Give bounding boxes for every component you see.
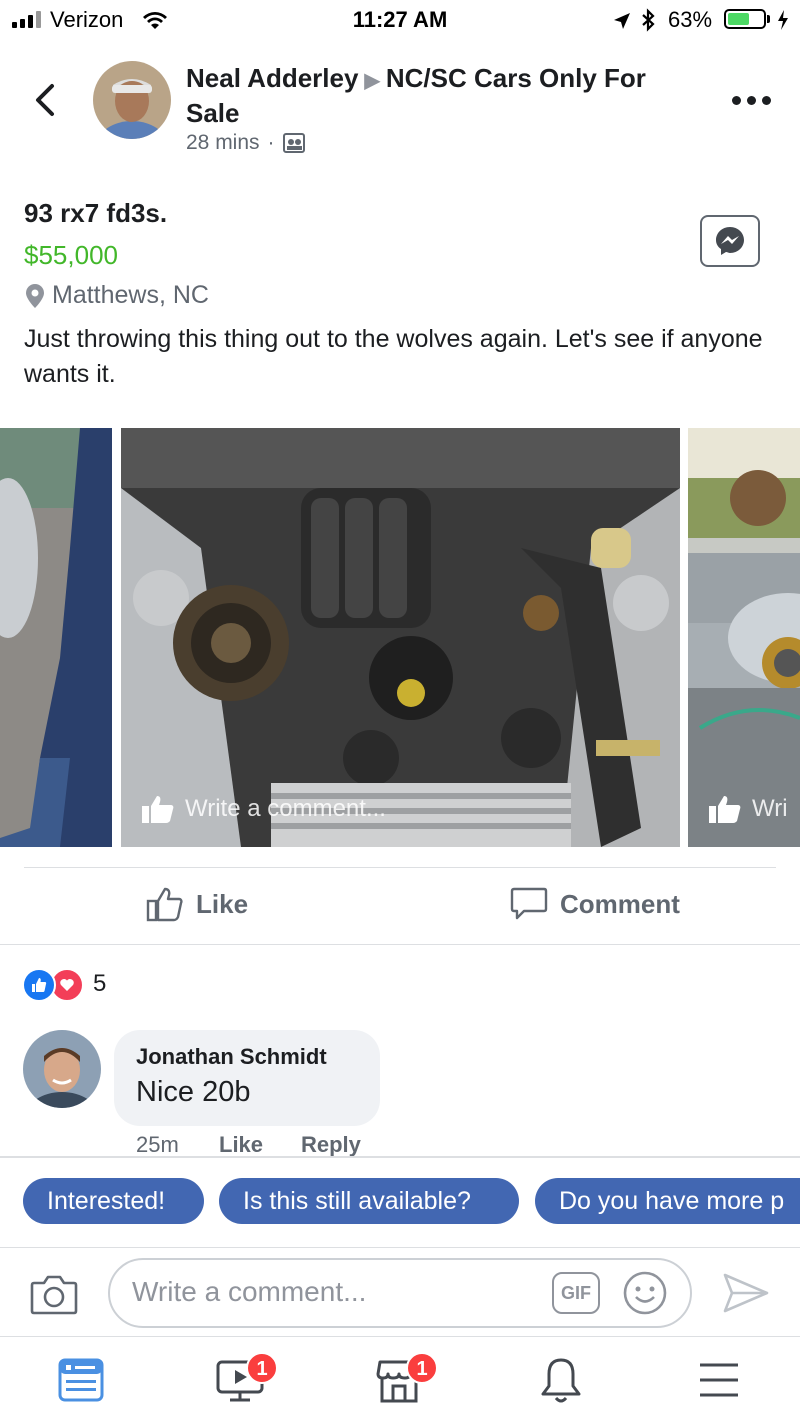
location-arrow-icon bbox=[614, 13, 630, 29]
back-arrow-icon[interactable] bbox=[30, 80, 60, 120]
comment-button[interactable]: Comment bbox=[510, 886, 680, 922]
like-reaction-icon bbox=[22, 968, 56, 1002]
battery-nub bbox=[767, 15, 770, 23]
reaction-summary[interactable] bbox=[22, 968, 84, 1002]
like-label: Like bbox=[196, 888, 249, 919]
comment-text: Nice 20b bbox=[136, 1076, 251, 1108]
thumbs-up-icon bbox=[142, 796, 174, 823]
photo-comment-overlay[interactable]: Write a comment... bbox=[141, 794, 386, 824]
bluetooth-icon bbox=[642, 8, 655, 32]
quick-replies: Interested! Is this still available? Do … bbox=[0, 1178, 800, 1226]
carousel-photo-left[interactable] bbox=[0, 428, 112, 847]
photo-comment-text-partial: Wri bbox=[752, 795, 788, 822]
battery-percent: 63% bbox=[668, 7, 713, 32]
location-pin-icon bbox=[26, 283, 44, 308]
comment-reply-button[interactable]: Reply bbox=[301, 1132, 361, 1158]
listing-price: $55,000 bbox=[24, 240, 118, 270]
carousel-photo-right[interactable]: Wri bbox=[688, 428, 800, 847]
emoji-icon[interactable] bbox=[622, 1270, 668, 1316]
like-icon bbox=[146, 887, 183, 922]
reaction-count[interactable]: 5 bbox=[93, 970, 106, 998]
comment-time: 25m bbox=[136, 1132, 179, 1157]
divider bbox=[24, 867, 776, 868]
bottom-nav: 1 1 bbox=[0, 1338, 800, 1422]
commenter-avatar[interactable] bbox=[23, 1030, 101, 1108]
divider bbox=[0, 944, 800, 945]
post-body: Just throwing this thing out to the wolv… bbox=[24, 325, 763, 388]
author-name[interactable]: Neal Adderley bbox=[186, 63, 358, 93]
charging-icon bbox=[778, 10, 788, 30]
group-privacy-icon bbox=[282, 133, 305, 153]
divider bbox=[0, 1156, 800, 1158]
watch-badge: 1 bbox=[246, 1352, 278, 1384]
location-text: Matthews, NC bbox=[52, 281, 209, 309]
gif-button[interactable]: GIF bbox=[552, 1272, 600, 1314]
author-avatar[interactable] bbox=[93, 61, 171, 139]
like-button[interactable]: Like bbox=[146, 886, 248, 922]
divider bbox=[0, 1336, 800, 1337]
quick-reply-more-photos[interactable]: Do you have more p bbox=[535, 1178, 800, 1224]
comment-bubble[interactable]: Jonathan Schmidt Nice 20b bbox=[114, 1030, 380, 1126]
comment-label: Comment bbox=[560, 888, 680, 919]
listing-location: Matthews, NC bbox=[24, 281, 209, 310]
meta-separator: · bbox=[267, 131, 275, 154]
commenter-name[interactable]: Jonathan Schmidt bbox=[136, 1044, 358, 1070]
marketplace-badge: 1 bbox=[406, 1352, 438, 1384]
quick-reply-interested[interactable]: Interested! bbox=[23, 1178, 204, 1224]
listing-title: 93 rx7 fd3s. bbox=[24, 198, 168, 228]
post-time[interactable]: 28 mins bbox=[186, 131, 260, 155]
comment-input-placeholder: Write a comment... bbox=[132, 1276, 367, 1307]
send-icon[interactable] bbox=[722, 1272, 770, 1314]
news-feed-icon[interactable] bbox=[58, 1358, 104, 1402]
quick-reply-available[interactable]: Is this still available? bbox=[219, 1178, 519, 1224]
notifications-bell-icon[interactable] bbox=[540, 1356, 582, 1404]
battery-icon bbox=[724, 9, 766, 29]
arrow-right-icon: ▶ bbox=[364, 70, 380, 92]
post-meta: 28 mins · bbox=[186, 131, 305, 155]
menu-hamburger-icon[interactable] bbox=[698, 1362, 740, 1398]
comment-icon bbox=[510, 887, 548, 920]
divider bbox=[0, 1247, 800, 1248]
status-bar: Verizon 11:27 AM 63% bbox=[0, 0, 800, 40]
photo-comment-overlay-partial[interactable]: Wri bbox=[708, 794, 788, 824]
thumbs-up-icon bbox=[709, 796, 741, 823]
more-options-icon[interactable] bbox=[732, 96, 771, 105]
carousel-photo-main[interactable]: Write a comment... bbox=[121, 428, 680, 847]
photo-comment-text: Write a comment... bbox=[185, 795, 386, 822]
message-seller-button[interactable] bbox=[700, 215, 760, 267]
messenger-icon bbox=[716, 227, 744, 255]
post-header-title: Neal Adderley ▶ NC/SC Cars Only For Sale bbox=[186, 62, 706, 129]
comment-like-button[interactable]: Like bbox=[219, 1132, 263, 1158]
camera-icon[interactable] bbox=[30, 1273, 78, 1315]
